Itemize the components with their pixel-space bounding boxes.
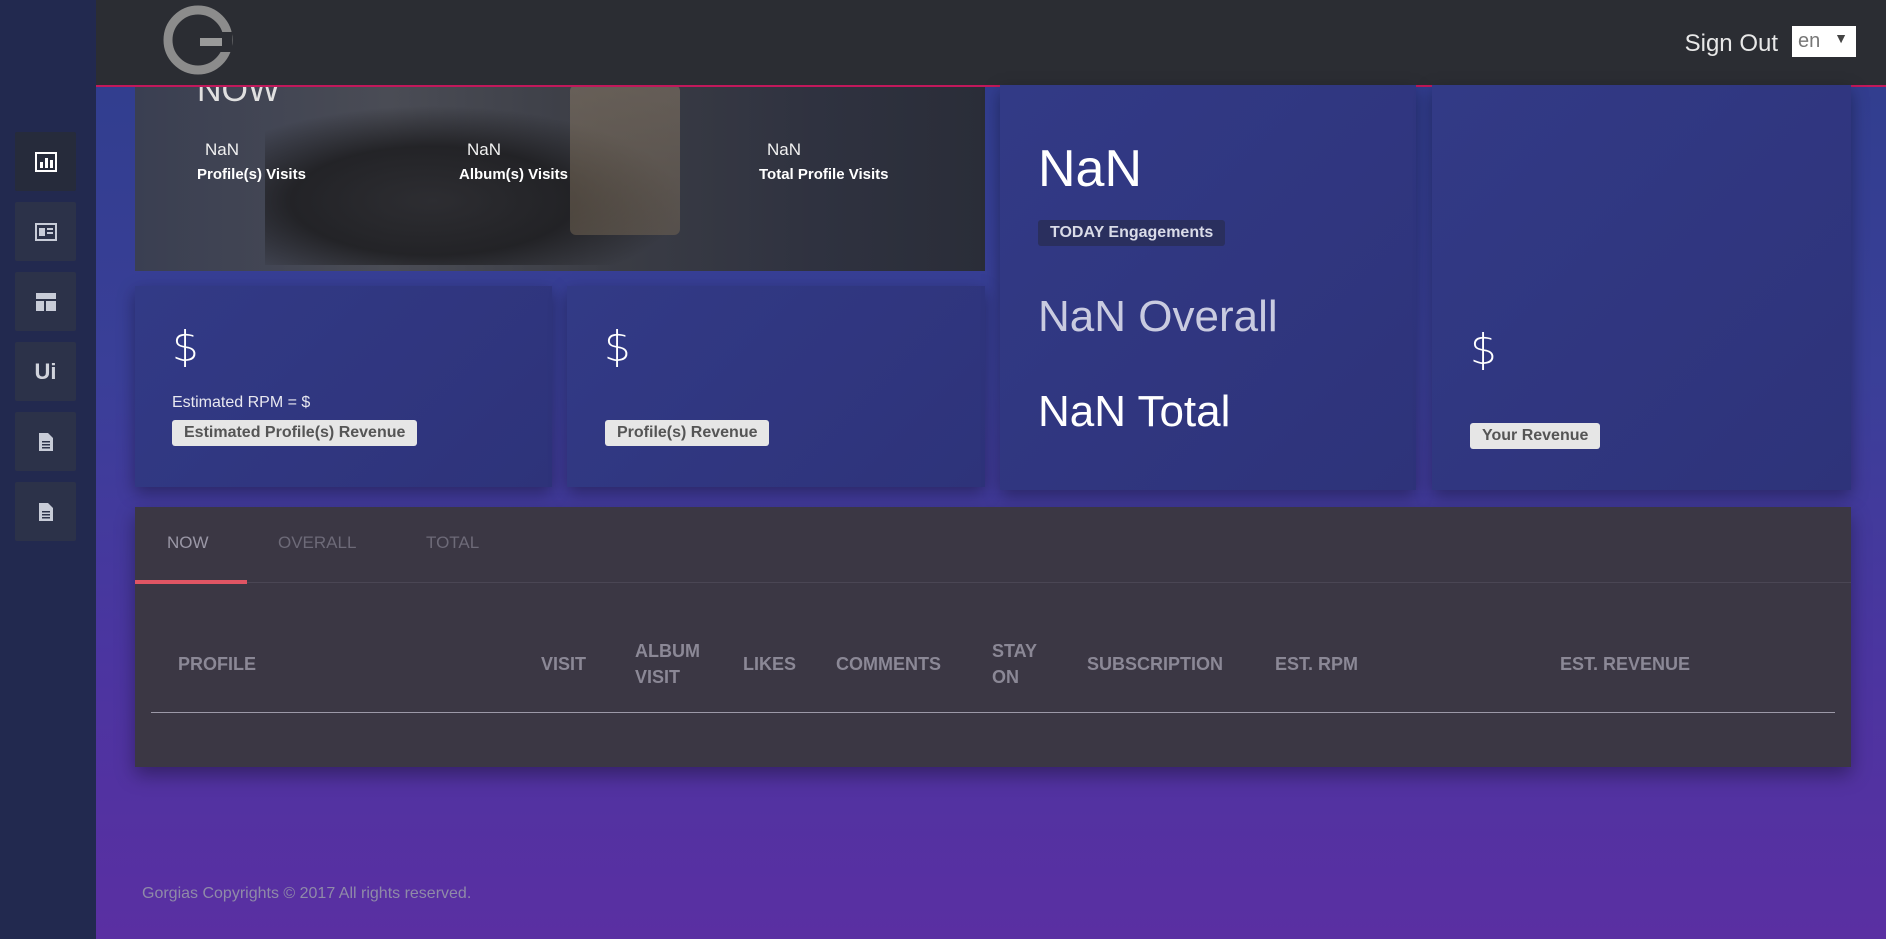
stats-table-panel: NOW OVERALL TOTAL PROFILE VISIT ALBUM VI… [135, 507, 1851, 767]
your-revenue-card: $ Your Revenue [1432, 85, 1851, 490]
profile-revenue-card: $ Profile(s) Revenue [567, 286, 985, 487]
tab-bar: NOW OVERALL TOTAL [135, 507, 1851, 584]
sidebar-item-dashboard[interactable] [15, 132, 76, 191]
logo-icon [163, 5, 233, 75]
estimated-revenue-card: $ Estimated RPM = $ Estimated Profile(s)… [135, 286, 552, 487]
estimated-rpm: Estimated RPM = $ [172, 394, 311, 411]
now-hero-card: NOW NaN Profile(s) Visits NaN Album(s) V… [135, 85, 985, 271]
profile-revenue-badge: Profile(s) Revenue [605, 420, 770, 446]
overall-engagements: NaN Overall [1038, 292, 1278, 341]
language-select[interactable]: en ▼ [1792, 26, 1856, 57]
estimated-revenue-badge: Estimated Profile(s) Revenue [172, 420, 418, 446]
bar-chart-icon [34, 151, 57, 172]
ui-label: Ui [34, 358, 57, 384]
column-est-revenue: EST. REVENUE [1560, 654, 1691, 674]
total-profile-visits-value: NaN [767, 140, 802, 159]
sign-out-link[interactable]: Sign Out [1685, 30, 1778, 58]
column-comments: COMMENTS [836, 654, 941, 674]
your-revenue-badge: Your Revenue [1470, 423, 1601, 449]
top-bar: Sign Out en ▼ [96, 0, 1886, 87]
total-profile-visits-stat: NaN Total Profile Visits [759, 140, 888, 183]
profile-visits-label: Profile(s) Visits [197, 166, 306, 183]
hero-image-figure [570, 85, 680, 235]
estimated-amount: $ [172, 322, 199, 371]
chevron-down-icon: ▼ [1834, 30, 1848, 46]
sidebar-item-news[interactable] [15, 202, 76, 261]
sidebar-item-document-2[interactable] [15, 482, 76, 541]
tab-total[interactable]: TOTAL [426, 533, 479, 553]
sidebar: Ui [0, 0, 96, 939]
engagements-card: NaN TODAY Engagements NaN Overall NaN To… [1000, 85, 1416, 490]
column-likes: LIKES [743, 654, 797, 674]
your-revenue-amount: $ [1470, 325, 1497, 374]
document-icon [38, 502, 53, 521]
column-stay-on: STAY ON [992, 641, 1037, 687]
column-profile: PROFILE [178, 654, 257, 674]
today-engagements-value: NaN [1038, 140, 1143, 198]
news-icon [34, 222, 57, 241]
column-est-rpm: EST. RPM [1275, 654, 1359, 674]
album-visits-stat: NaN Album(s) Visits [459, 140, 568, 183]
profile-visits-stat: NaN Profile(s) Visits [197, 140, 306, 183]
album-visits-label: Album(s) Visits [459, 166, 568, 183]
column-visit: VISIT [541, 654, 587, 674]
column-album-visit: ALBUM VISIT [635, 641, 700, 687]
sidebar-item-document-1[interactable] [15, 412, 76, 471]
total-engagements: NaN Total [1038, 387, 1231, 436]
total-profile-visits-label: Total Profile Visits [759, 166, 889, 183]
tab-now[interactable]: NOW [167, 533, 209, 553]
tab-overall[interactable]: OVERALL [278, 533, 356, 553]
column-subscription: SUBSCRIPTION [1087, 654, 1224, 674]
profile-revenue-amount: $ [604, 322, 631, 371]
layout-icon [35, 292, 56, 311]
active-tab-indicator [135, 580, 247, 584]
table-header-divider [151, 712, 1835, 713]
profile-visits-value: NaN [205, 140, 240, 159]
sidebar-item-layout[interactable] [15, 272, 76, 331]
album-visits-value: NaN [467, 140, 502, 159]
today-engagements-badge: TODAY Engagements [1038, 220, 1226, 246]
document-icon [38, 432, 53, 451]
hero-title: NOW [197, 85, 281, 109]
language-value: en [1798, 30, 1821, 52]
sidebar-item-ui[interactable]: Ui [15, 342, 76, 401]
footer-copyright: Gorgias Copyrights © 2017 All rights res… [142, 885, 472, 902]
